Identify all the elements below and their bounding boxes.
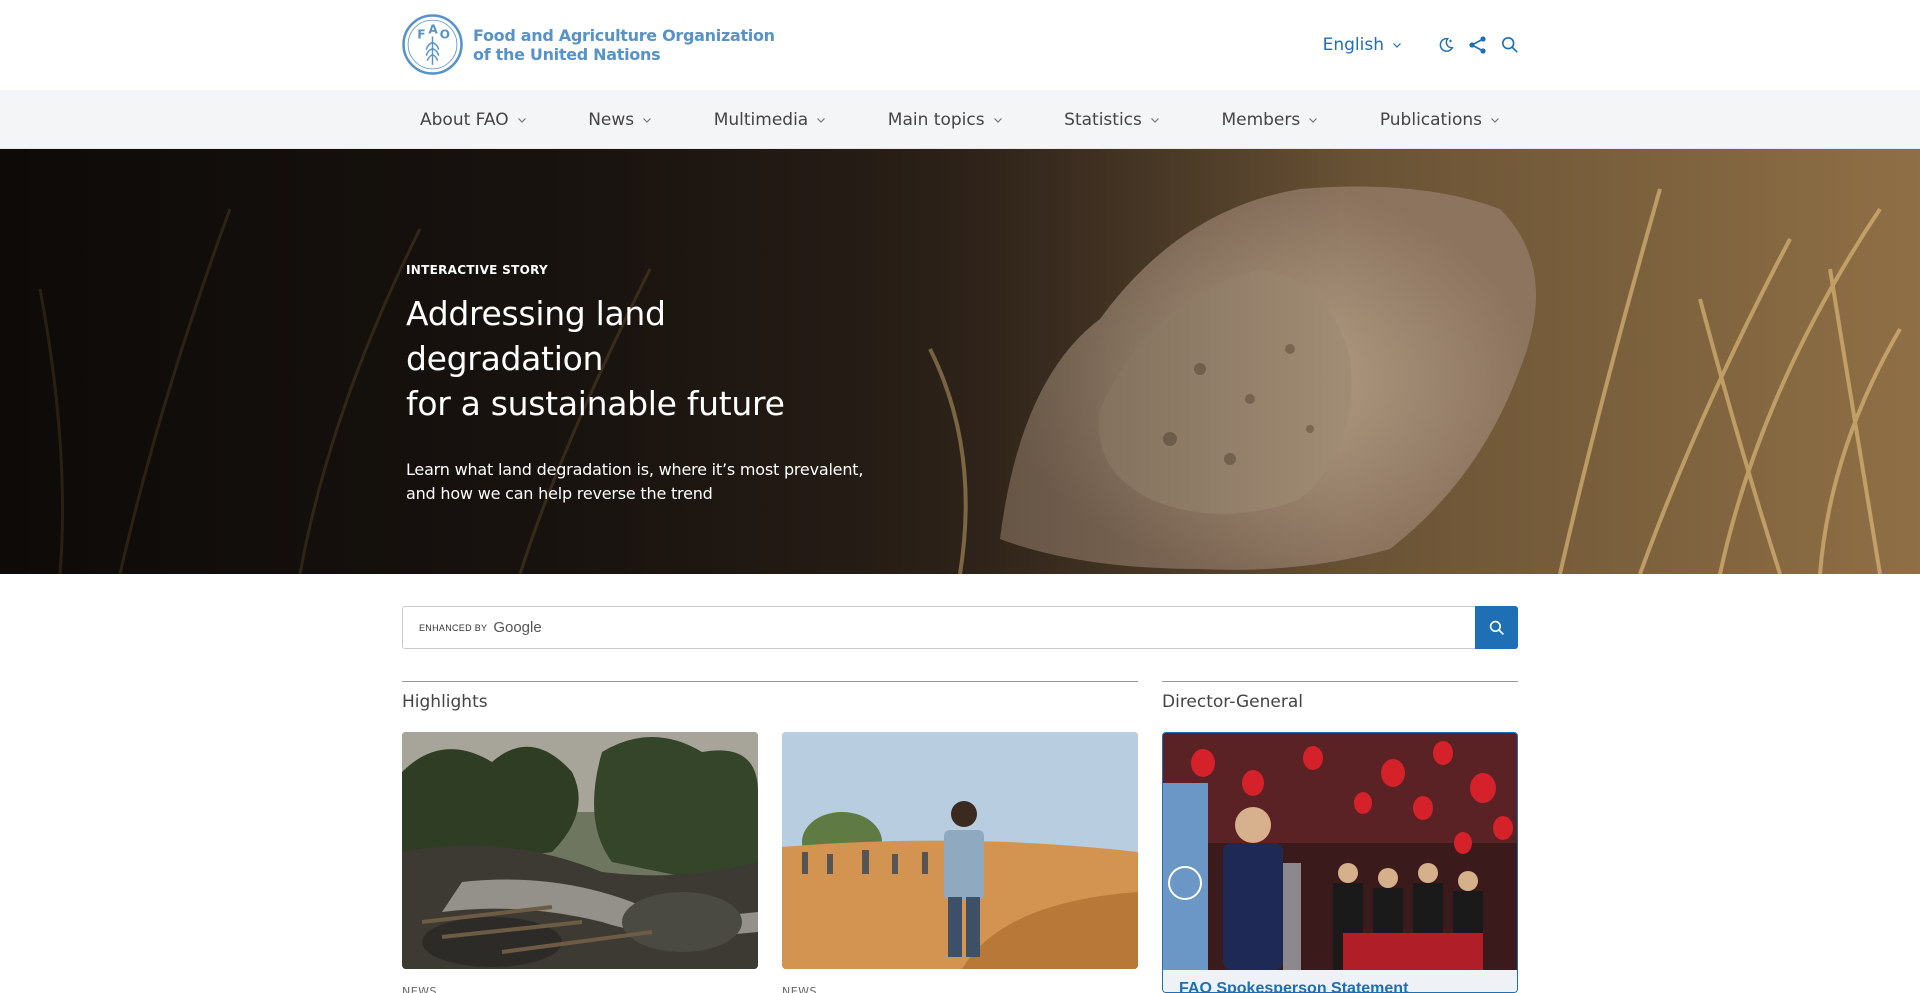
svg-text:A: A xyxy=(428,22,438,36)
nav-item-members[interactable]: Members xyxy=(1221,110,1318,130)
chevron-down-icon xyxy=(1309,117,1318,123)
director-general-card-title[interactable]: FAO Spokesperson Statement xyxy=(1163,970,1517,992)
main-nav: About FAO News Multimedia Main topics St… xyxy=(0,90,1920,149)
header-search-button[interactable] xyxy=(1500,35,1520,55)
hero-title-line1: Addressing land degradation xyxy=(406,294,666,378)
forest-river-image xyxy=(402,732,758,969)
org-name-line1: Food and Agriculture Organization xyxy=(473,25,775,45)
search-icon xyxy=(1489,620,1504,635)
nav-item-label: About FAO xyxy=(420,109,509,130)
moon-icon xyxy=(1439,37,1454,52)
org-name-line2: of the United Nations xyxy=(473,44,661,64)
highlight-card-category: NEWS xyxy=(402,985,438,993)
hero-eyebrow: INTERACTIVE STORY xyxy=(406,263,548,277)
nav-item-label: Main topics xyxy=(887,109,985,130)
site-search: ENHANCED BY Google xyxy=(402,606,1518,649)
director-general-heading: Director-General xyxy=(1162,692,1303,712)
nav-item-label: Multimedia xyxy=(713,109,809,130)
director-general-card[interactable]: FAO Spokesperson Statement xyxy=(1162,732,1518,993)
search-icon xyxy=(1501,36,1518,53)
share-button[interactable] xyxy=(1468,35,1488,55)
hero-description: Learn what land degradation is, where it… xyxy=(406,458,866,506)
site-header: F A O Food and Agriculture Organization … xyxy=(0,0,1920,90)
nav-item-label: Members xyxy=(1221,109,1301,130)
fao-logo[interactable]: F A O Food and Agriculture Organization … xyxy=(402,14,775,75)
highlight-card-image[interactable] xyxy=(782,732,1138,969)
nav-item-news[interactable]: News xyxy=(588,110,652,130)
language-selector[interactable]: English xyxy=(1323,35,1402,55)
hero-content: INTERACTIVE STORY Addressing land degrad… xyxy=(406,263,866,506)
hero-background-image xyxy=(0,149,1920,574)
chevron-down-icon xyxy=(517,117,526,123)
org-name: Food and Agriculture Organization of the… xyxy=(473,26,775,64)
hero-description-line2: and how we can help reverse the trend xyxy=(406,484,713,503)
fao-emblem-icon: F A O xyxy=(402,14,463,75)
chevron-down-icon xyxy=(643,117,652,123)
chevron-down-icon xyxy=(1491,117,1499,123)
highlight-card-image[interactable] xyxy=(402,732,758,969)
svg-text:O: O xyxy=(440,27,450,41)
share-icon xyxy=(1469,36,1486,54)
chevron-down-icon xyxy=(993,117,1002,123)
svg-text:F: F xyxy=(417,27,425,41)
chevron-down-icon xyxy=(1393,43,1401,48)
nav-item-label: Publications xyxy=(1379,109,1482,130)
header-tools: English xyxy=(1323,30,1520,60)
nav-item-about-fao[interactable]: About FAO xyxy=(420,110,527,130)
hero-description-line1: Learn what land degradation is, where it… xyxy=(406,460,864,479)
main-nav-items: About FAO News Multimedia Main topics St… xyxy=(402,90,1518,149)
farmer-field-image xyxy=(782,732,1138,969)
hero-banner[interactable]: INTERACTIVE STORY Addressing land degrad… xyxy=(0,149,1920,574)
highlights-divider xyxy=(402,681,1138,682)
nav-item-main-topics[interactable]: Main topics xyxy=(888,110,1003,130)
director-general-event-image xyxy=(1163,733,1517,970)
nav-item-statistics[interactable]: Statistics xyxy=(1064,110,1160,130)
highlight-card-category: NEWS xyxy=(782,985,818,993)
nav-item-multimedia[interactable]: Multimedia xyxy=(714,110,827,130)
language-label: English xyxy=(1322,35,1384,55)
chevron-down-icon xyxy=(817,117,826,123)
hero-title[interactable]: Addressing land degradation for a sustai… xyxy=(406,291,866,426)
dark-mode-toggle[interactable] xyxy=(1436,35,1456,55)
director-general-divider xyxy=(1162,681,1518,682)
search-input[interactable] xyxy=(403,607,1475,648)
search-submit-button[interactable] xyxy=(1475,606,1518,649)
nav-item-label: Statistics xyxy=(1064,109,1142,130)
nav-item-publications[interactable]: Publications xyxy=(1380,110,1500,130)
highlights-heading: Highlights xyxy=(402,692,488,712)
hero-title-line2: for a sustainable future xyxy=(406,384,785,423)
nav-item-label: News xyxy=(588,109,635,130)
chevron-down-icon xyxy=(1150,117,1159,123)
